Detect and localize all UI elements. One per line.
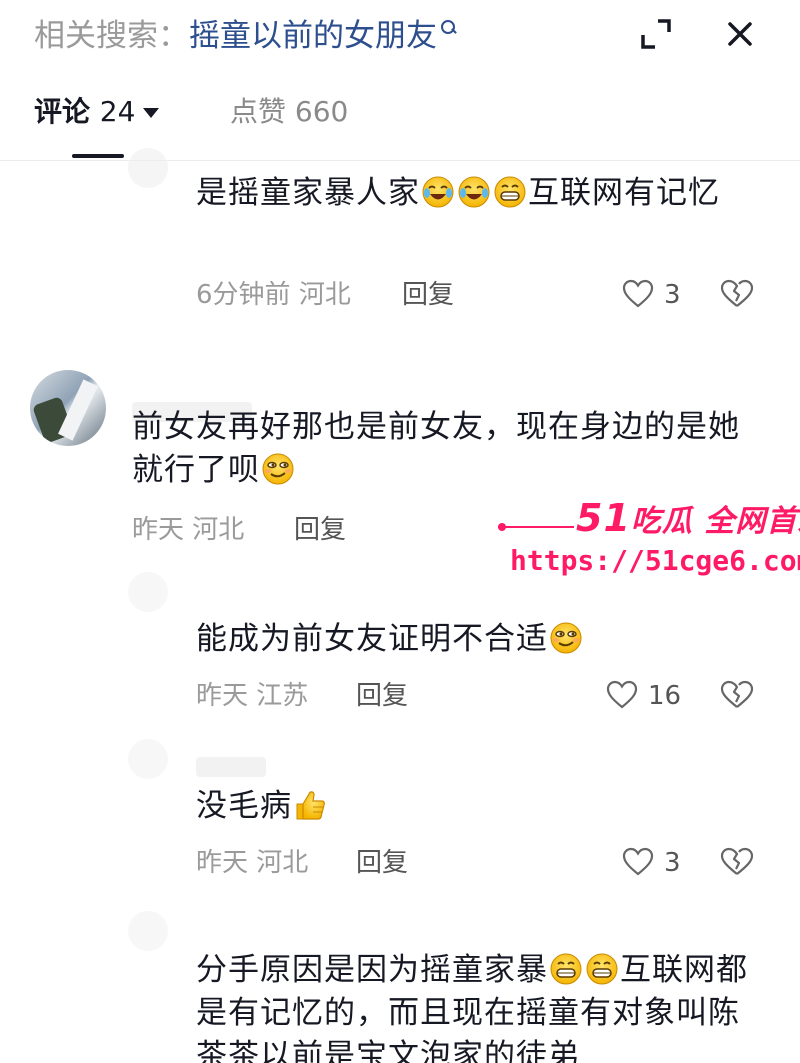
like-count: 16 [648,681,682,711]
like-button[interactable]: 3 [622,277,692,313]
grin-emoji [550,953,582,985]
comment-meta: 昨天 河北 [132,512,244,548]
grin-emoji [494,176,526,208]
like-button[interactable]: 3 [622,845,692,881]
comment-item: 没毛病 昨天 河北 回复 3 [0,735,800,905]
avatar[interactable] [128,911,168,951]
comment-text-part: 互联网有记忆 [528,175,720,211]
thumbs-up-emoji [296,791,325,820]
comment-meta: 昨天 江苏 [196,678,308,714]
comment-text-part: 分手原因是因为摇童家暴 [196,952,548,988]
comment-text-part: 是摇童家暴人家 [196,175,420,211]
comment-item: 分手原因是因为摇童家暴 互联网都是有记忆的，而且现在摇童有对象叫陈茶茶以前是宝文泡… [0,905,800,1063]
broken-heart-icon[interactable] [720,278,754,312]
close-icon[interactable] [722,16,758,52]
broken-heart-icon[interactable] [720,679,754,713]
comment-time: 6分钟前 [196,280,291,310]
tab-likes[interactable]: 点赞 660 [230,88,348,136]
blurred-username [196,757,266,777]
active-tab-indicator [72,154,124,158]
comment-text: 是摇童家暴人家 互联网有记忆 [196,172,756,215]
comment-location: 河北 [298,280,351,310]
reply-button[interactable]: 回复 [294,512,346,548]
heart-icon [622,279,654,308]
comment-location: 江苏 [256,681,309,711]
caret-down-icon[interactable] [143,108,160,118]
avatar[interactable] [128,572,168,612]
comment-time: 昨天 [196,848,249,878]
tears-of-joy-emoji [422,176,454,208]
comment-time: 昨天 [132,515,185,545]
related-search-term[interactable]: 摇童以前的女朋友 [189,18,437,54]
related-search-label: 相关搜索： [34,18,189,54]
tab-likes-label: 点赞 [230,95,287,128]
comment-text: 没毛病 [196,785,756,828]
search-header: 相关搜索：摇童以前的女朋友 [0,0,800,72]
like-button[interactable]: 16 [606,678,696,714]
tab-comments-label: 评论 [34,95,91,128]
reply-button[interactable]: 回复 [356,678,408,714]
avatar[interactable] [128,148,168,188]
watermark-brand: 51吃瓜 全网首发 [576,496,800,540]
comment-item: 是摇童家暴人家 互联网有记忆 6分钟前 河北 回复 3 [0,148,800,340]
heart-icon [622,847,654,876]
comment-meta: 6分钟前 河北 [196,277,351,313]
comment-text-part: 能成为前女友证明不合适 [196,621,548,657]
comment-text-part: 前女友再好那也是前女友，现在身边的是她就行了呗 [132,409,740,488]
grin-emoji [586,953,618,985]
comment-meta: 昨天 河北 [196,845,308,881]
avatar[interactable] [30,370,106,446]
smug-emoji [262,453,294,485]
tab-comments-count: 24 [99,95,136,128]
smug-emoji [550,622,582,654]
comment-item: 能成为前女友证明不合适 昨天 江苏 回复 16 [0,570,800,740]
like-count: 3 [664,848,681,878]
broken-heart-icon[interactable] [720,846,754,880]
reply-button[interactable]: 回复 [356,845,408,881]
comment-time: 昨天 [196,681,249,711]
heart-icon [606,680,638,709]
comment-text-part: 没毛病 [196,788,292,824]
related-search[interactable]: 相关搜索：摇童以前的女朋友 [34,14,457,58]
comment-tabs: 评论 24 点赞 660 [0,88,800,160]
expand-icon[interactable] [640,18,672,50]
avatar[interactable] [128,739,168,779]
comment-text: 分手原因是因为摇童家暴 互联网都是有记忆的，而且现在摇童有对象叫陈茶茶以前是宝文泡… [196,949,756,1063]
like-count: 3 [664,280,681,310]
tears-of-joy-emoji [458,176,490,208]
reply-button[interactable]: 回复 [402,277,454,313]
tab-likes-count: 660 [294,95,349,128]
comment-text: 能成为前女友证明不合适 [196,618,756,661]
tab-comments[interactable]: 评论 24 [34,88,160,136]
search-icon[interactable] [441,20,457,36]
comment-location: 河北 [192,515,245,545]
comment-location: 河北 [256,848,309,878]
comment-text: 前女友再好那也是前女友，现在身边的是她就行了呗 [132,406,762,492]
